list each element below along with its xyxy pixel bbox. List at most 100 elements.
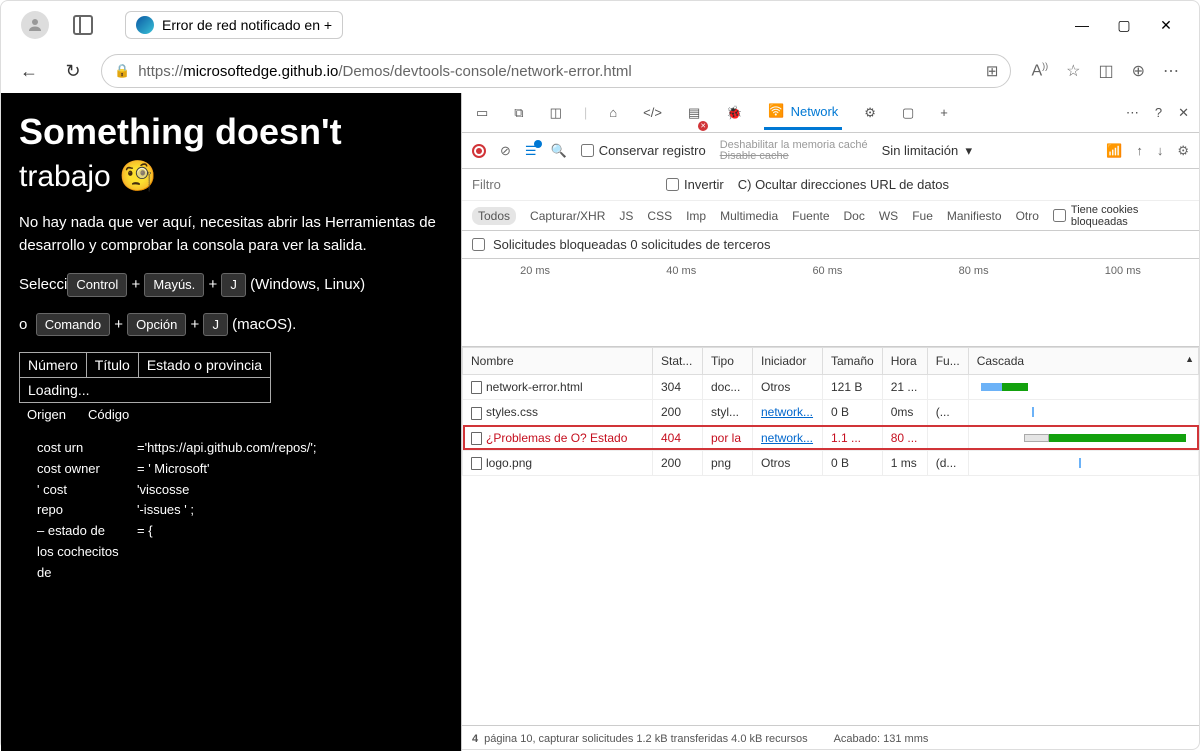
- split-icon[interactable]: ◫: [1098, 61, 1113, 81]
- record-button[interactable]: [472, 144, 486, 158]
- inspect-icon[interactable]: ▭: [472, 97, 492, 129]
- page-paragraph: No hay nada que ver aquí, necesitas abri…: [19, 212, 443, 257]
- address-bar: ← ↻ 🔒 https://microsoftedge.github.io/De…: [1, 49, 1199, 93]
- type-filter[interactable]: Otro: [1016, 209, 1039, 223]
- type-filter[interactable]: Todos: [472, 207, 516, 225]
- devtools-close-icon[interactable]: ✕: [1178, 105, 1189, 121]
- kbd-shift: Mayús.: [144, 273, 204, 297]
- lock-icon: 🔒: [114, 63, 130, 79]
- type-filter[interactable]: WS: [879, 209, 898, 223]
- wifi-icon[interactable]: 📶: [1106, 143, 1122, 159]
- url-text: https://microsoftedge.github.io/Demos/de…: [138, 63, 978, 80]
- type-filter[interactable]: Fue: [912, 209, 933, 223]
- window-controls: — ▢ ✕: [1075, 18, 1191, 32]
- request-row[interactable]: logo.png200pngOtros0 B1 ms(d...: [463, 450, 1199, 475]
- close-button[interactable]: ✕: [1159, 18, 1173, 32]
- minimize-button[interactable]: —: [1075, 18, 1089, 32]
- download-icon[interactable]: ↓: [1157, 143, 1164, 158]
- type-filter[interactable]: Fuente: [792, 209, 829, 223]
- filter-bar: Invertir C) Ocultar direcciones URL de d…: [462, 169, 1199, 201]
- column-header[interactable]: Tamaño: [823, 348, 883, 375]
- titlebar: Error de red notificado en + — ▢ ✕: [1, 1, 1199, 49]
- clear-button[interactable]: ⊘: [500, 143, 511, 159]
- throttle-select[interactable]: Sin limitación ▾: [882, 143, 972, 159]
- hide-data-urls[interactable]: C) Ocultar direcciones URL de datos: [738, 177, 949, 192]
- toolbar-icons: A)) ☆ ◫ ⊕ ⋯: [1023, 61, 1187, 81]
- column-header[interactable]: Fu...: [927, 348, 968, 375]
- tab-network[interactable]: 🛜Network: [764, 95, 842, 130]
- column-header[interactable]: Iniciador: [753, 348, 823, 375]
- devtools-more-icon[interactable]: ⋯: [1126, 105, 1139, 121]
- type-filter[interactable]: Capturar/XHR: [530, 209, 605, 223]
- type-filter[interactable]: JS: [619, 209, 633, 223]
- code-block: cost urn='https://api.github.com/repos/'…: [19, 438, 443, 584]
- type-filter[interactable]: CSS: [647, 209, 672, 223]
- tab-elements[interactable]: </>: [639, 97, 666, 128]
- page-table: NúmeroTítuloEstado o provincia Loading..…: [19, 352, 271, 403]
- invert-checkbox[interactable]: Invertir: [666, 177, 724, 192]
- column-header[interactable]: Tipo: [703, 348, 753, 375]
- devtools-help-icon[interactable]: ?: [1155, 105, 1162, 120]
- blocked-bar: Solicitudes bloqueadas 0 solicitudes de …: [462, 231, 1199, 259]
- url-box[interactable]: 🔒 https://microsoftedge.github.io/Demos/…: [101, 54, 1011, 88]
- tab-add[interactable]: +: [936, 97, 952, 128]
- maximize-button[interactable]: ▢: [1117, 18, 1131, 32]
- column-header[interactable]: Cascada▲: [968, 348, 1198, 375]
- kbd-j2: J: [203, 313, 228, 337]
- request-row[interactable]: ¿Problemas de O? Estado404por lanetwork.…: [463, 425, 1199, 450]
- type-filter[interactable]: Imp: [686, 209, 706, 223]
- kbd-j: J: [221, 273, 246, 297]
- preserve-log-checkbox[interactable]: Conservar registro: [581, 143, 706, 158]
- page-heading-1: Something doesn't: [19, 111, 443, 153]
- browser-tab[interactable]: Error de red notificado en +: [125, 11, 343, 39]
- status-bar: 4 página 10, capturar solicitudes 1.2 kB…: [462, 725, 1199, 751]
- refresh-button[interactable]: ↻: [57, 55, 89, 87]
- code-header: OrigenCódigo: [19, 403, 443, 426]
- tab-memory[interactable]: ▢: [898, 97, 918, 129]
- page-content: Something doesn't trabajo 🧐 No hay nada …: [1, 93, 461, 751]
- tab-title: Error de red notificado en +: [162, 17, 332, 33]
- device-icon[interactable]: ⧉: [510, 97, 527, 129]
- devtools-panel: ▭ ⧉ ◫ | ⌂ </> ▤✕ 🐞 🛜Network ⚙ ▢ + ⋯ ? ✕ …: [461, 93, 1199, 751]
- kbd-ctrl: Control: [67, 273, 127, 297]
- tab-welcome[interactable]: ⌂: [605, 97, 621, 128]
- tab-sources[interactable]: 🐞: [722, 97, 746, 129]
- cookies-blocked-checkbox[interactable]: Tiene cookies bloqueadas: [1053, 204, 1189, 228]
- read-aloud-icon[interactable]: A)): [1031, 61, 1048, 80]
- column-header[interactable]: Stat...: [653, 348, 703, 375]
- type-filter[interactable]: Multimedia: [720, 209, 778, 223]
- upload-icon[interactable]: ↑: [1136, 143, 1143, 158]
- devtools-tabs: ▭ ⧉ ◫ | ⌂ </> ▤✕ 🐞 🛜Network ⚙ ▢ + ⋯ ? ✕: [462, 93, 1199, 133]
- type-filter[interactable]: Manifiesto: [947, 209, 1002, 223]
- shortcut-line-1: SelecciControl + Mayús. + J (Windows, Li…: [19, 273, 443, 297]
- page-heading-2: trabajo 🧐: [19, 159, 443, 194]
- dock-icon[interactable]: ◫: [546, 97, 566, 129]
- filter-input[interactable]: [472, 177, 652, 192]
- tab-performance[interactable]: ⚙: [860, 97, 880, 129]
- settings-icon[interactable]: ⚙: [1177, 143, 1189, 159]
- filter-toggle-icon[interactable]: ☰: [525, 143, 537, 159]
- timeline-overview[interactable]: 20 ms40 ms60 ms80 ms100 ms: [462, 259, 1199, 347]
- shortcut-line-2: o Comando + Opción + J (macOS).: [19, 313, 443, 337]
- request-row[interactable]: network-error.html304doc...Otros121 B21 …: [463, 375, 1199, 400]
- kbd-opt: Opción: [127, 313, 186, 337]
- request-grid: NombreStat...TipoIniciadorTamañoHoraFu..…: [462, 347, 1199, 725]
- blocked-checkbox[interactable]: [472, 238, 485, 251]
- type-filter[interactable]: Doc: [844, 209, 865, 223]
- tab-console[interactable]: ▤✕: [684, 97, 704, 129]
- column-header[interactable]: Nombre: [463, 348, 653, 375]
- column-header[interactable]: Hora: [882, 348, 927, 375]
- profile-avatar[interactable]: [21, 11, 49, 39]
- request-row[interactable]: styles.css200styl...network...0 B0ms(...: [463, 400, 1199, 425]
- tab-actions-icon[interactable]: [73, 15, 93, 35]
- menu-icon[interactable]: ⋯: [1163, 61, 1179, 81]
- kbd-cmd: Comando: [36, 313, 110, 337]
- edge-icon: [136, 16, 154, 34]
- type-filters: Todos Capturar/XHR JS CSS Imp Multimedia Fuent…: [462, 201, 1199, 231]
- collections-icon[interactable]: ⊕: [1132, 61, 1145, 81]
- app-mode-icon[interactable]: ⊞: [986, 62, 999, 80]
- back-button[interactable]: ←: [13, 55, 45, 87]
- network-toolbar: ⊘ ☰ 🔍 Conservar registro Deshabilitar la…: [462, 133, 1199, 169]
- favorite-icon[interactable]: ☆: [1066, 61, 1080, 81]
- search-icon[interactable]: 🔍: [551, 143, 567, 159]
